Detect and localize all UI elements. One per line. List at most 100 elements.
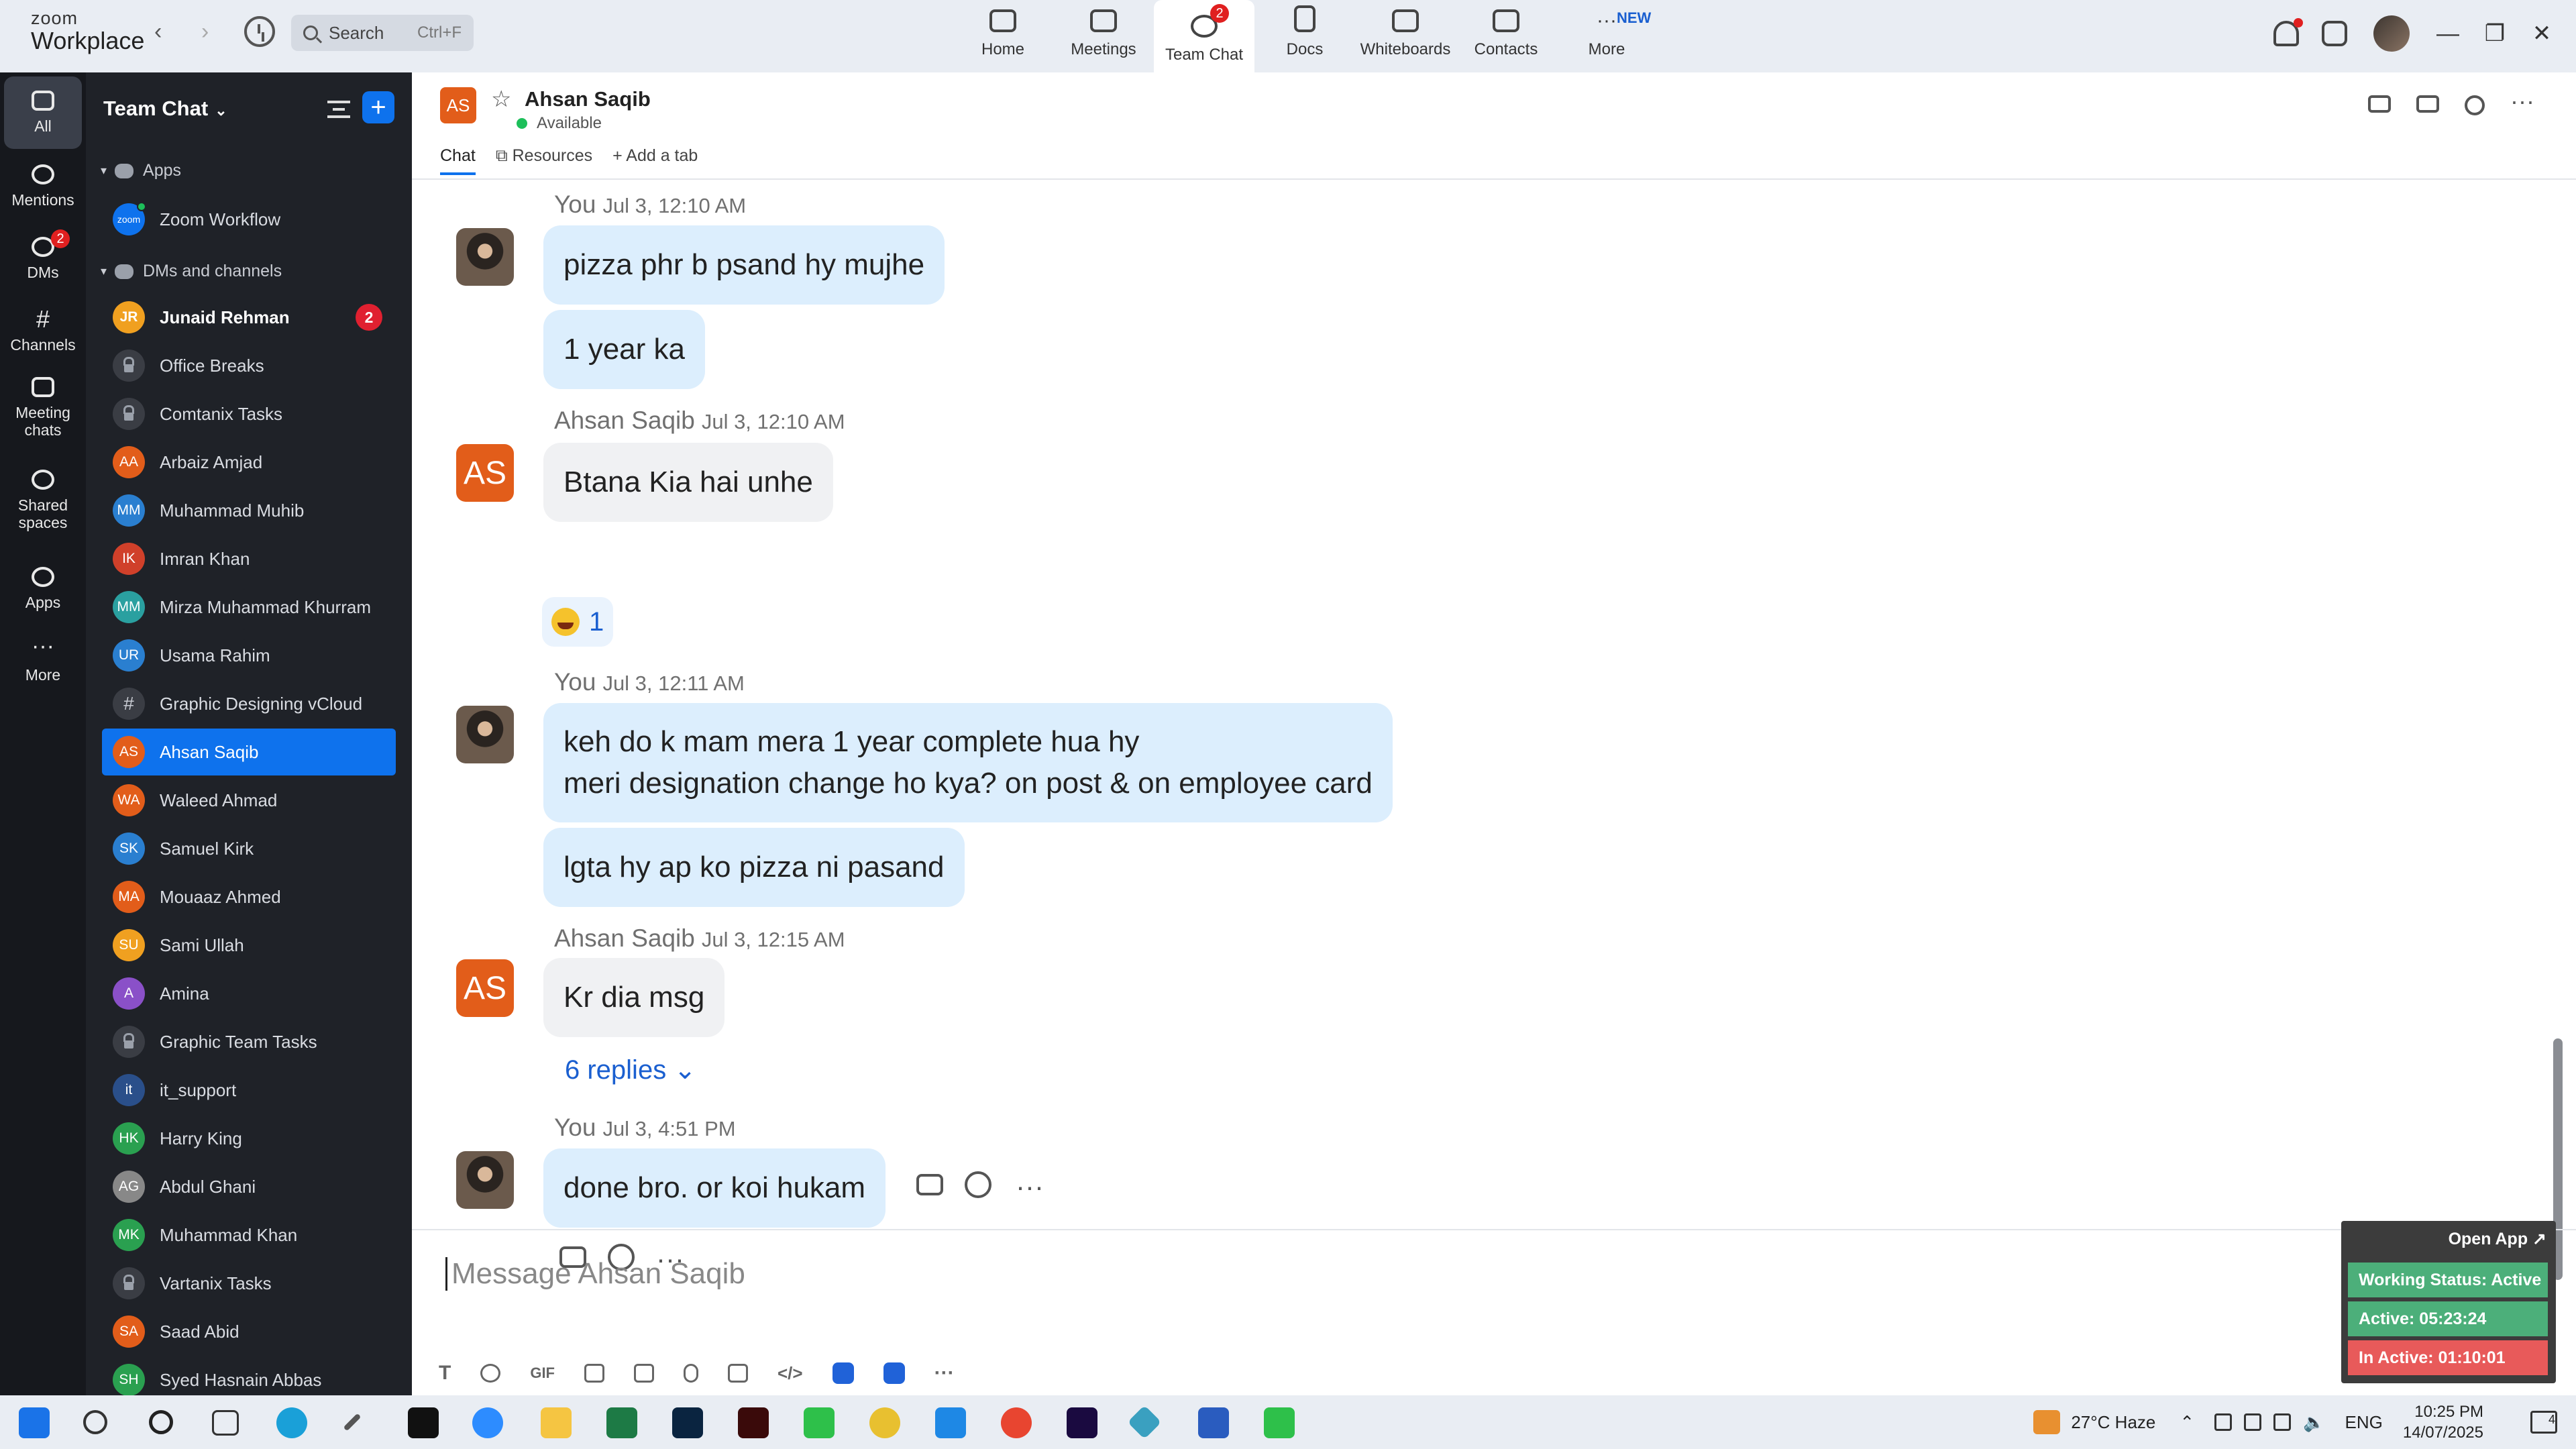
new-chat-button[interactable]: + — [362, 91, 394, 123]
code-icon[interactable]: </> — [777, 1363, 803, 1384]
sidebar-item[interactable]: WA Waleed Ahmad — [102, 777, 396, 824]
message-bubble[interactable]: 1 year ka — [543, 310, 705, 389]
app-shortcut-icon[interactable] — [832, 1362, 854, 1384]
app-green-icon[interactable] — [1264, 1407, 1295, 1438]
video-message-icon[interactable] — [728, 1364, 748, 1383]
file-icon[interactable] — [584, 1364, 604, 1383]
search-box[interactable]: Search Ctrl+F — [291, 15, 474, 51]
screenshot-icon[interactable] — [634, 1364, 654, 1383]
add-tab-button[interactable]: + Add a tab — [612, 146, 698, 175]
gif-button[interactable]: GIF — [530, 1364, 555, 1382]
premiere-icon[interactable] — [1067, 1407, 1097, 1438]
rail-mentions[interactable]: Mentions — [4, 150, 82, 223]
vscode-icon[interactable] — [935, 1407, 966, 1438]
close-icon[interactable]: ✕ — [2518, 20, 2565, 47]
cortana-icon[interactable] — [149, 1410, 173, 1434]
more-actions-icon[interactable]: ··· — [1016, 1173, 1044, 1201]
sidebar-item[interactable]: SA Saad Abid — [102, 1308, 396, 1355]
notification-center-icon[interactable]: 4 — [2530, 1411, 2557, 1434]
sidebar-item[interactable]: Vartanix Tasks — [102, 1260, 396, 1307]
message-bubble[interactable]: Btana Kia hai unhe — [543, 443, 833, 522]
battery-icon[interactable] — [2273, 1413, 2292, 1431]
task-view-icon[interactable] — [212, 1410, 239, 1436]
sender-name[interactable]: Ahsan Saqib — [554, 924, 695, 952]
star-icon[interactable]: ☆ — [491, 86, 511, 113]
message-input[interactable]: Message Ahsan Saqib — [445, 1257, 745, 1291]
message-bubble[interactable]: Kr dia msg — [543, 958, 725, 1037]
word-icon[interactable] — [1198, 1407, 1229, 1438]
file-explorer-icon[interactable] — [541, 1407, 572, 1438]
sidebar-item[interactable]: it it_support — [102, 1067, 396, 1114]
app-diamond-icon[interactable] — [1127, 1405, 1162, 1440]
rail-dms[interactable]: DMs 2 — [4, 223, 82, 295]
filter-icon[interactable] — [327, 101, 350, 118]
sidebar-item[interactable]: MM Muhammad Muhib — [102, 487, 396, 534]
tab-home[interactable]: Home — [953, 0, 1053, 67]
sender-name[interactable]: You — [554, 668, 596, 696]
network-icon[interactable] — [2244, 1413, 2262, 1431]
contact-avatar-small[interactable]: AS — [456, 959, 514, 1017]
sidebar-item[interactable]: # Graphic Designing vCloud — [102, 680, 396, 727]
volume-icon[interactable]: 🔈 — [2303, 1412, 2324, 1433]
tab-meetings[interactable]: Meetings — [1053, 0, 1154, 67]
tab-contacts[interactable]: Contacts — [1456, 0, 1556, 67]
windows-start-icon[interactable] — [19, 1407, 50, 1438]
minimize-icon[interactable]: — — [2424, 21, 2471, 47]
sidebar-item[interactable]: SH Syed Hasnain Abbas — [102, 1356, 396, 1395]
contact-name[interactable]: Ahsan Saqib — [525, 87, 651, 111]
sidebar-item[interactable]: SU Sami Ullah — [102, 922, 396, 969]
restore-icon[interactable]: ❐ — [2471, 20, 2518, 47]
search-icon[interactable] — [2465, 95, 2485, 115]
weather-icon[interactable] — [2033, 1410, 2061, 1434]
profile-avatar[interactable] — [2373, 15, 2410, 52]
emoji-icon[interactable] — [480, 1364, 501, 1383]
tab-resources[interactable]: ⧉ Resources — [496, 146, 592, 175]
section-dms[interactable]: ▾ DMs and channels — [101, 262, 282, 281]
excel-icon[interactable] — [606, 1407, 637, 1438]
video-call-icon[interactable] — [2368, 95, 2392, 113]
rail-apps[interactable]: Apps — [4, 553, 82, 625]
pen-icon[interactable] — [343, 1413, 362, 1432]
contact-avatar-small[interactable]: AS — [456, 444, 514, 502]
sidebar-item[interactable]: MA Mouaaz Ahmed — [102, 873, 396, 920]
rail-all[interactable]: All — [4, 76, 82, 149]
sidebar-item[interactable]: AA Arbaiz Amjad — [102, 439, 396, 486]
section-apps[interactable]: ▾ Apps — [101, 161, 181, 180]
my-avatar[interactable] — [456, 228, 514, 286]
microphone-icon[interactable] — [684, 1364, 698, 1383]
chrome-profile-icon[interactable] — [1001, 1407, 1032, 1438]
sidebar-title[interactable]: Team Chat ⌄ — [103, 97, 227, 121]
sidebar-item[interactable]: UR Usama Rahim — [102, 632, 396, 679]
zoom-taskbar-icon[interactable] — [472, 1407, 503, 1438]
sidebar-item[interactable]: AS Ahsan Saqib — [102, 729, 396, 775]
clock[interactable]: 10:25 PM 14/07/2025 — [2403, 1401, 2483, 1443]
app-green-icon[interactable] — [804, 1407, 835, 1438]
message-bubble[interactable]: done bro. or koi hukam — [543, 1148, 886, 1228]
message-bubble[interactable]: pizza phr b psand hy mujhe — [543, 225, 945, 305]
text-format-icon[interactable]: T — [439, 1362, 451, 1385]
sender-name[interactable]: You — [554, 191, 596, 218]
message-bubble[interactable]: lgta hy ap ko pizza ni pasand — [543, 828, 965, 907]
weather-text[interactable]: 27°C Haze — [2071, 1412, 2155, 1433]
sidebar-item[interactable]: AG Abdul Ghani — [102, 1163, 396, 1210]
rail-shared-spaces[interactable]: Shared spaces — [4, 460, 82, 541]
tab-docs[interactable]: Docs — [1254, 0, 1355, 67]
sidebar-item[interactable]: IK Imran Khan — [102, 535, 396, 582]
sidebar-item[interactable]: Office Breaks — [102, 342, 396, 389]
tab-whiteboards[interactable]: Whiteboards — [1355, 0, 1456, 67]
my-avatar[interactable] — [456, 706, 514, 763]
sidebar-item[interactable]: Graphic Team Tasks — [102, 1018, 396, 1065]
illustrator-icon[interactable] — [738, 1407, 769, 1438]
sidebar-item[interactable]: MK Muhammad Khan — [102, 1212, 396, 1258]
reaction-chip[interactable]: 1 — [542, 597, 614, 647]
sender-name[interactable]: You — [554, 1114, 596, 1141]
sidebar-item[interactable]: SK Samuel Kirk — [102, 825, 396, 872]
history-icon[interactable] — [244, 16, 275, 47]
add-reaction-icon[interactable] — [965, 1171, 991, 1198]
message-bubble[interactable]: keh do k mam mera 1 year complete hua hy… — [543, 703, 1393, 822]
sidebar-item[interactable]: JR Junaid Rehman 2 — [102, 294, 396, 341]
sender-name[interactable]: Ahsan Saqib — [554, 407, 695, 434]
tray-icon[interactable] — [2214, 1413, 2233, 1431]
more-tools-icon[interactable]: ··· — [934, 1362, 955, 1385]
sidebar-item[interactable]: A Amina — [102, 970, 396, 1017]
